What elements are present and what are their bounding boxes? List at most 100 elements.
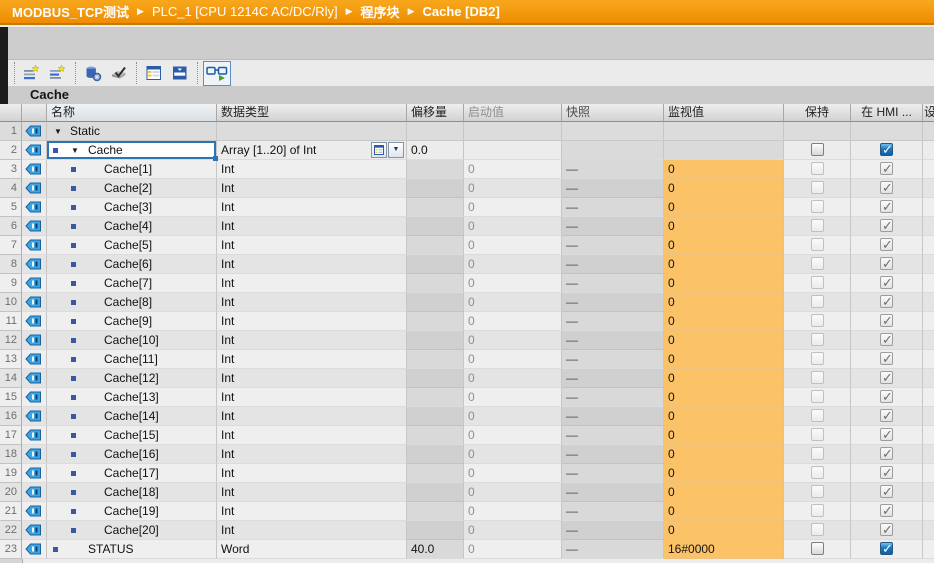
hmi-visible-checkbox[interactable]	[880, 540, 893, 558]
hmi-visible-checkbox[interactable]	[880, 483, 893, 501]
name-cell[interactable]: ▼ Cache[8]	[47, 293, 217, 312]
retain-checkbox[interactable]	[810, 295, 824, 308]
row-number[interactable]: 12	[0, 331, 22, 350]
name-cell[interactable]: ▼ Cache[16]	[47, 445, 217, 464]
hmi-visible-checkbox[interactable]	[880, 198, 893, 216]
row-number[interactable]: 1	[0, 122, 22, 141]
hmi-visible-checkbox[interactable]	[880, 350, 893, 368]
row-number[interactable]: 10	[0, 293, 22, 312]
name-cell[interactable]: ▼ STATUS	[47, 540, 217, 559]
name-cell[interactable]: ▼ Cache[4]	[47, 217, 217, 236]
retain-checkbox[interactable]	[810, 200, 824, 213]
expand-arrow-icon[interactable]: ▼	[54, 122, 62, 140]
datatype-cell[interactable]: Int ▼	[217, 502, 407, 521]
datatype-cell[interactable]: Int ▼	[217, 236, 407, 255]
monitor-value-cell[interactable]: 0	[664, 350, 784, 369]
monitor-value-cell[interactable]: 0	[664, 521, 784, 540]
hmi-visible-checkbox[interactable]	[880, 312, 893, 330]
breadcrumb-item[interactable]: Cache [DB2]	[422, 4, 499, 19]
row-number[interactable]: 22	[0, 521, 22, 540]
name-cell[interactable]: ▼ Cache	[47, 141, 218, 161]
datatype-cell[interactable]: Array [1..20] of Int ▼	[217, 141, 407, 160]
hmi-visible-checkbox[interactable]	[880, 236, 893, 254]
hmi-visible-checkbox[interactable]	[880, 217, 893, 235]
selection-handle[interactable]	[213, 156, 218, 161]
name-cell[interactable]: ▼ Cache[5]	[47, 236, 217, 255]
monitor-value-cell[interactable]: 0	[664, 160, 784, 179]
start-value-cell[interactable]: 0	[464, 293, 562, 312]
monitor-value-cell[interactable]: 0	[664, 179, 784, 198]
start-value-cell[interactable]: 0	[464, 179, 562, 198]
start-value-cell[interactable]: 0	[464, 445, 562, 464]
name-cell[interactable]: ▼ Cache[9]	[47, 312, 217, 331]
datatype-cell[interactable]: Int ▼	[217, 483, 407, 502]
monitor-value-cell[interactable]: 0	[664, 255, 784, 274]
row-number[interactable]: 11	[0, 312, 22, 331]
hmi-visible-checkbox[interactable]	[880, 141, 893, 159]
datatype-cell[interactable]: Int ▼	[217, 369, 407, 388]
row-number[interactable]: 20	[0, 483, 22, 502]
retain-checkbox[interactable]	[810, 238, 824, 251]
start-value-cell[interactable]: 0	[464, 388, 562, 407]
start-value-cell[interactable]: 0	[464, 407, 562, 426]
monitor-value-cell[interactable]: 0	[664, 312, 784, 331]
hmi-visible-checkbox[interactable]	[880, 331, 893, 349]
name-cell[interactable]: ▼ Cache[15]	[47, 426, 217, 445]
hmi-visible-checkbox[interactable]	[880, 407, 893, 425]
retain-checkbox[interactable]	[810, 162, 824, 175]
datatype-cell[interactable]: Int ▼	[217, 217, 407, 236]
row-number[interactable]: 21	[0, 502, 22, 521]
start-value-cell[interactable]: 0	[464, 255, 562, 274]
retain-checkbox[interactable]	[810, 371, 824, 384]
hmi-visible-checkbox[interactable]	[880, 464, 893, 482]
monitor-value-cell[interactable]: 0	[664, 293, 784, 312]
row-number[interactable]: 18	[0, 445, 22, 464]
retain-checkbox[interactable]	[810, 504, 824, 517]
row-number[interactable]: 13	[0, 350, 22, 369]
hmi-visible-checkbox[interactable]	[880, 388, 893, 406]
datatype-cell[interactable]: Int ▼	[217, 160, 407, 179]
load-start-values-button[interactable]	[168, 61, 192, 85]
datatype-cell[interactable]: Int ▼	[217, 426, 407, 445]
retain-checkbox[interactable]	[810, 143, 824, 156]
hmi-visible-checkbox[interactable]	[880, 502, 893, 520]
datatype-cell[interactable]: ▼	[217, 122, 407, 141]
name-cell[interactable]: ▼ Cache[19]	[47, 502, 217, 521]
header-name[interactable]: 名称	[47, 104, 217, 122]
hmi-visible-checkbox[interactable]	[880, 369, 893, 387]
start-value-cell[interactable]: 0	[464, 464, 562, 483]
hmi-visible-checkbox[interactable]	[880, 274, 893, 292]
name-cell[interactable]: ▼ Cache[11]	[47, 350, 217, 369]
hmi-visible-checkbox[interactable]	[880, 255, 893, 273]
start-value-cell[interactable]: 0	[464, 198, 562, 217]
row-number[interactable]: 5	[0, 198, 22, 217]
row-number[interactable]: 3	[0, 160, 22, 179]
datatype-cell[interactable]: Int ▼	[217, 464, 407, 483]
start-value-cell[interactable]	[464, 141, 562, 160]
start-value-cell[interactable]: 0	[464, 312, 562, 331]
hmi-visible-checkbox[interactable]	[880, 445, 893, 463]
retain-checkbox[interactable]	[810, 466, 824, 479]
monitor-value-cell[interactable]: 0	[664, 445, 784, 464]
row-number[interactable]: 19	[0, 464, 22, 483]
name-cell[interactable]: ▼ Cache[3]	[47, 198, 217, 217]
retain-checkbox[interactable]	[810, 542, 824, 555]
retain-checkbox[interactable]	[810, 333, 824, 346]
datatype-cell[interactable]: Int ▼	[217, 521, 407, 540]
monitor-value-cell[interactable]: 0	[664, 388, 784, 407]
datatype-cell[interactable]: Int ▼	[217, 350, 407, 369]
keep-actual-values-button[interactable]	[81, 61, 105, 85]
retain-checkbox[interactable]	[810, 447, 824, 460]
monitor-value-cell[interactable]	[664, 122, 784, 141]
row-number[interactable]: 23	[0, 540, 22, 559]
retain-checkbox[interactable]	[810, 219, 824, 232]
monitor-value-cell[interactable]: 0	[664, 464, 784, 483]
row-number[interactable]: 16	[0, 407, 22, 426]
datatype-cell[interactable]: Int ▼	[217, 179, 407, 198]
start-value-cell[interactable]: 0	[464, 331, 562, 350]
monitor-value-cell[interactable]: 0	[664, 502, 784, 521]
datatype-cell[interactable]: Int ▼	[217, 198, 407, 217]
name-cell[interactable]: ▼ Cache[10]	[47, 331, 217, 350]
start-value-cell[interactable]: 0	[464, 426, 562, 445]
hmi-visible-checkbox[interactable]	[880, 160, 893, 178]
